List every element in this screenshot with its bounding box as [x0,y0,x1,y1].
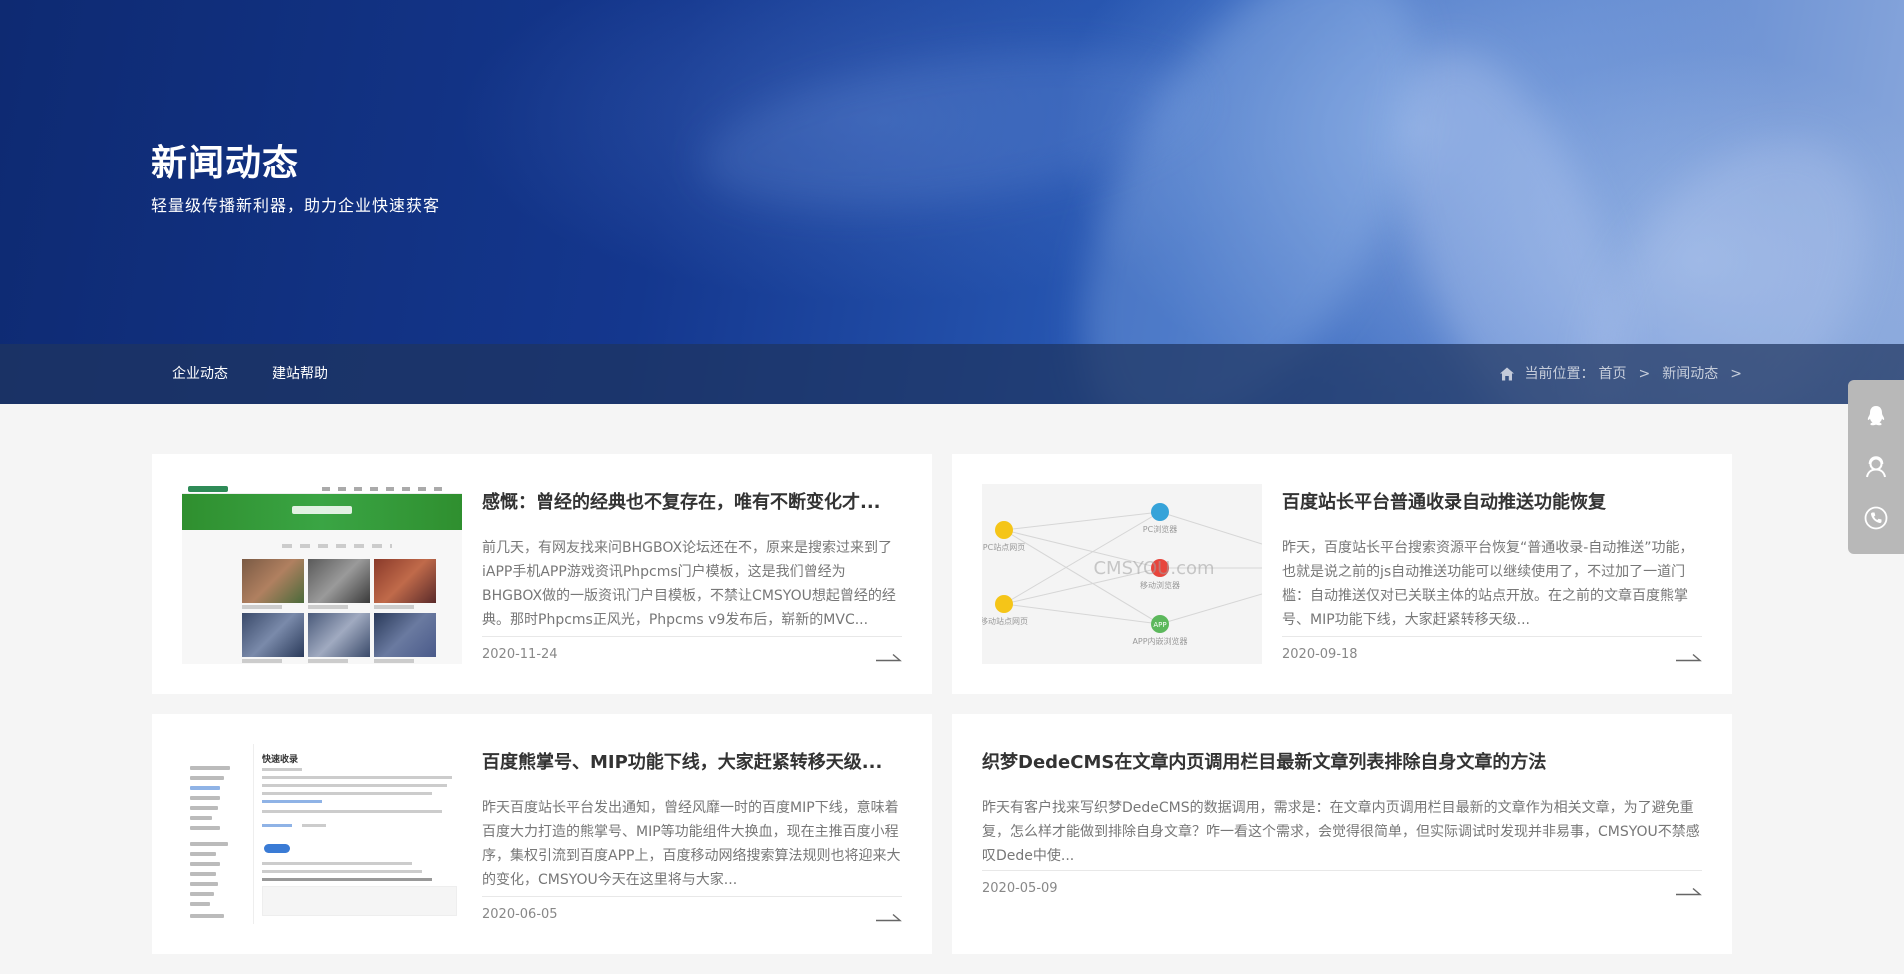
diagram-node-label: 移动浏览器 [1140,580,1180,590]
breadcrumb-separator: > [1730,366,1742,382]
diagram-app-label: APP [1153,621,1166,629]
breadcrumb-current-link[interactable]: 新闻动态 [1662,344,1718,404]
thumb-photo-grid [242,559,437,663]
arrow-right-icon[interactable] [1676,884,1702,896]
article-title[interactable]: 百度站长平台普通收录自动推送功能恢复 [1282,488,1702,518]
thumb-admin-main: 快速收录 [254,744,462,924]
article-date: 2020-11-24 [482,647,558,662]
nav-item-company-news[interactable]: 企业动态 [172,344,228,404]
article-body: 百度熊掌号、MIP功能下线，大家赶紧转移天级... 昨天百度站长平台发出通知，曾… [482,748,902,892]
thumb-nav [322,487,442,491]
article-body: 感慨：曾经的经典也不复存在，唯有不断变化才... 前几天，有网友找来问BHGBO… [482,488,902,632]
breadcrumb-home-link[interactable]: 首页 [1599,344,1627,404]
article-card[interactable]: 织梦DedeCMS在文章内页调用栏目最新文章列表排除自身文章的方法 昨天有客户找… [952,714,1732,954]
customer-service-icon[interactable] [1861,452,1891,482]
breadcrumb: 当前位置： 首页 > 新闻动态 > [1499,344,1750,404]
article-summary: 前几天，有网友找来问BHGBOX论坛还在不，原来是搜索过来到了iAPP手机APP… [482,540,896,628]
page-title: 新闻动态 [151,143,300,184]
qq-icon[interactable] [1861,401,1891,431]
floating-contact-bar [1848,380,1904,554]
article-date: 2020-06-05 [482,907,558,922]
article-card[interactable]: 感慨：曾经的经典也不复存在，唯有不断变化才... 前几天，有网友找来问BHGBO… [152,454,932,694]
article-card[interactable]: 快速收录 百度熊掌号、MIP功能下线，大家赶紧转移天级... 昨天百度站长平台发… [152,714,932,954]
thumb-admin-sidebar [182,744,254,924]
article-card[interactable]: PC站点网页 移动站点网页 PC浏览器 移动浏览器 APP内嵌浏览器 APP C… [952,454,1732,694]
article-summary: 昨天有客户找来写织梦DedeCMS的数据调用，需求是：在文章内页调用栏目最新的文… [982,800,1700,864]
page-banner: 新闻动态 轻量级传播新利器，助力企业快速获客 企业动态 建站帮助 当前位置： 首… [0,0,1904,404]
thumb-heading: 快速收录 [262,755,299,765]
article-thumbnail[interactable]: PC站点网页 移动站点网页 PC浏览器 移动浏览器 APP内嵌浏览器 APP C… [982,484,1262,664]
phone-icon[interactable] [1861,503,1891,533]
home-icon [1499,367,1514,381]
breadcrumb-separator: > [1638,366,1651,382]
category-nav-bar: 企业动态 建站帮助 当前位置： 首页 > 新闻动态 > [0,344,1904,404]
article-thumbnail[interactable]: 快速收录 [182,744,462,924]
thumb-hero [182,494,462,530]
article-date: 2020-05-09 [982,881,1058,896]
article-footer: 2020-06-05 [482,896,902,926]
thumb-tabs [282,544,392,548]
article-thumbnail[interactable] [182,484,462,664]
article-title[interactable]: 感慨：曾经的经典也不复存在，唯有不断变化才... [482,488,902,518]
breadcrumb-prefix: 当前位置： [1524,366,1595,382]
article-summary: 昨天，百度站长平台搜索资源平台恢复“普通收录-自动推送”功能，也就是说之前的js… [1282,540,1694,628]
article-title[interactable]: 织梦DedeCMS在文章内页调用栏目最新文章列表排除自身文章的方法 [982,748,1702,778]
article-summary: 昨天百度站长平台发出通知，曾经风靡一时的百度MIP下线，意味着百度大力打造的熊掌… [482,800,901,888]
arrow-right-icon[interactable] [876,910,902,922]
diagram-node-label: APP内嵌浏览器 [1132,636,1187,646]
arrow-right-icon[interactable] [876,650,902,662]
diagram-node-label: 移动站点网页 [982,616,1028,626]
article-date: 2020-09-18 [1282,647,1358,662]
article-footer: 2020-05-09 [982,870,1702,900]
article-body: 百度站长平台普通收录自动推送功能恢复 昨天，百度站长平台搜索资源平台恢复“普通收… [1282,488,1702,632]
diagram-node-label: PC浏览器 [1143,524,1177,534]
thumb-logo [188,486,228,492]
thumb-site-header [182,484,462,494]
thumb-watermark: CMSYOU.com [1093,558,1214,579]
arrow-right-icon[interactable] [1676,650,1702,662]
article-footer: 2020-09-18 [1282,636,1702,666]
nav-item-site-help[interactable]: 建站帮助 [272,344,328,404]
article-title[interactable]: 百度熊掌号、MIP功能下线，大家赶紧转移天级... [482,748,902,778]
article-footer: 2020-11-24 [482,636,902,666]
diagram-node-label: PC站点网页 [983,542,1025,552]
article-body: 织梦DedeCMS在文章内页调用栏目最新文章列表排除自身文章的方法 昨天有客户找… [982,748,1702,868]
thumb-push-diagram: PC站点网页 移动站点网页 PC浏览器 移动浏览器 APP内嵌浏览器 APP C… [982,484,1262,664]
page-subtitle: 轻量级传播新利器，助力企业快速获客 [151,196,441,215]
